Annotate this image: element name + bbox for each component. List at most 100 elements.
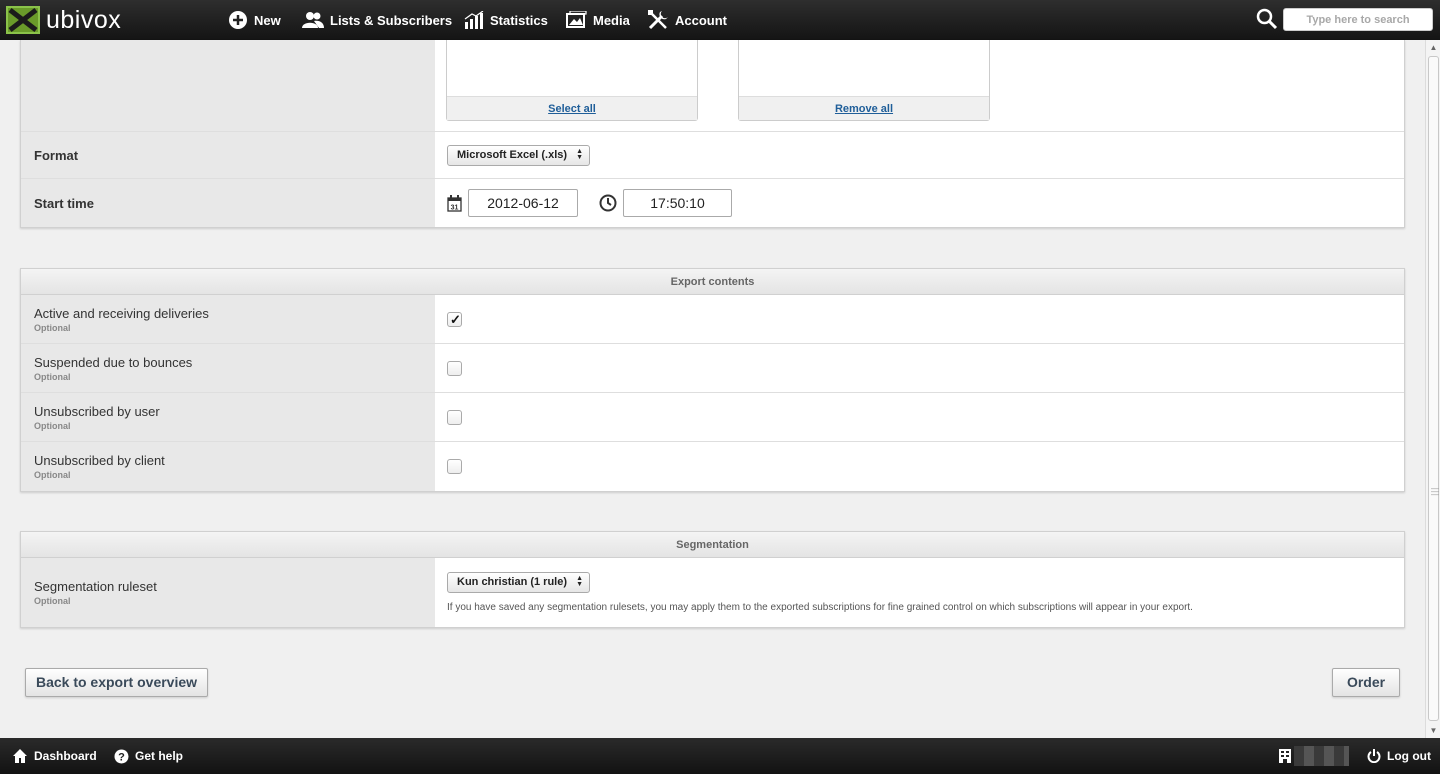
export-row-label-cell: Unsubscribed by user Optional	[21, 393, 435, 441]
available-lists-footer: Select all	[447, 96, 697, 120]
export-row-optional: Optional	[34, 470, 71, 480]
start-time-value-cell: 31	[435, 179, 1404, 227]
format-label-cell: Format	[21, 132, 435, 178]
calendar-icon[interactable]: 31	[447, 194, 462, 212]
available-lists-box[interactable]: Select all	[446, 40, 698, 121]
nav-statistics-label: Statistics	[490, 12, 548, 28]
log-out-label: Log out	[1387, 749, 1431, 763]
search-input[interactable]	[1283, 8, 1433, 31]
segmentation-label: Segmentation ruleset	[34, 579, 157, 594]
dashboard-link[interactable]: Dashboard	[12, 738, 97, 774]
nav-lists-subscribers[interactable]: Lists & Subscribers	[302, 0, 452, 40]
export-row-value-cell	[435, 344, 1404, 392]
scrollbar-grip-icon: ― ― ―	[1431, 484, 1439, 499]
segmentation-panel: Segmentation Segmentation ruleset Option…	[20, 531, 1405, 628]
start-time-input[interactable]	[623, 189, 732, 217]
unsubscribed-client-checkbox[interactable]	[447, 459, 462, 474]
nav-lists-label: Lists & Subscribers	[330, 12, 453, 28]
segmentation-help-text: If you have saved any segmentation rules…	[447, 602, 1193, 613]
nav-account-label: Account	[675, 12, 727, 28]
brand-name: ubivox	[46, 5, 122, 34]
export-row-optional: Optional	[34, 420, 71, 431]
list-selection-row: Select all Remove all	[21, 40, 1404, 132]
get-help-link[interactable]: ? Get help	[114, 738, 183, 774]
export-row-label-cell: Unsubscribed by client Optional	[21, 442, 435, 491]
format-select-value: Microsoft Excel (.xls)	[457, 148, 568, 161]
list-selection-panel: Select all Remove all Format Microsoft E…	[20, 40, 1405, 228]
segmentation-label-cell: Segmentation ruleset Optional	[21, 558, 435, 627]
plus-circle-icon	[229, 11, 247, 29]
active-deliveries-checkbox[interactable]: ✓	[447, 311, 462, 327]
select-all-link[interactable]: Select all	[548, 103, 596, 115]
export-row-label: Unsubscribed by client	[34, 453, 165, 468]
unsubscribed-user-checkbox[interactable]	[447, 409, 462, 425]
segmentation-title: Segmentation	[21, 532, 1404, 558]
tools-icon	[648, 10, 668, 30]
nav-new[interactable]: New	[228, 0, 281, 40]
bottom-bar: Dashboard ? Get help Log out	[0, 738, 1440, 774]
segmentation-select-value: Kun christian (1 rule)	[457, 576, 568, 588]
nav-statistics[interactable]: Statistics	[464, 0, 548, 40]
segmentation-value-cell: Kun christian (1 rule) ▲ ▼ If you have sa…	[435, 558, 1404, 627]
export-contents-panel: Export contents Active and receiving del…	[20, 268, 1405, 492]
bar-chart-icon	[464, 11, 484, 29]
scroll-up-arrow-icon[interactable]: ▲	[1426, 40, 1440, 55]
list-selection-label-cell	[21, 40, 435, 131]
help-circle-icon: ?	[114, 749, 129, 763]
export-contents-title: Export contents	[21, 269, 1404, 295]
select-arrows-icon: ▲ ▼	[576, 575, 584, 588]
nav-account[interactable]: Account	[648, 0, 727, 40]
order-button[interactable]: Order	[1332, 668, 1400, 697]
start-time-label-cell: Start time	[21, 179, 435, 227]
segmentation-optional: Optional	[34, 596, 71, 606]
suspended-bounces-checkbox[interactable]	[447, 360, 462, 376]
export-row-value-cell: ✓	[435, 295, 1404, 343]
dashboard-label: Dashboard	[34, 749, 97, 763]
format-row: Format Microsoft Excel (.xls) ▲ ▼	[21, 132, 1404, 179]
power-icon	[1367, 749, 1381, 763]
back-to-export-overview-button[interactable]: Back to export overview	[25, 668, 208, 697]
remove-all-link[interactable]: Remove all	[835, 103, 893, 115]
start-date-input[interactable]	[468, 189, 578, 217]
building-icon	[1279, 749, 1291, 763]
segmentation-row: Segmentation ruleset Optional Kun christ…	[21, 558, 1404, 627]
start-time-label: Start time	[34, 195, 94, 211]
logo-mark-icon	[6, 6, 40, 34]
svg-text:?: ?	[118, 751, 125, 763]
nav-media[interactable]: Media	[566, 0, 630, 40]
calendar-icon-day: 31	[451, 204, 459, 211]
nav-new-label: New	[254, 12, 281, 28]
clock-icon[interactable]	[599, 194, 617, 212]
scrollbar-thumb[interactable]: ― ― ―	[1428, 56, 1439, 721]
search-icon[interactable]	[1256, 8, 1278, 30]
export-row-active: Active and receiving deliveries Optional…	[21, 295, 1404, 344]
export-row-label-cell: Active and receiving deliveries Optional	[21, 295, 435, 343]
checkmark-icon: ✓	[450, 311, 461, 327]
vertical-scrollbar[interactable]: ▲ ― ― ― ▼	[1425, 40, 1440, 738]
top-navigation-bar: ubivox New Lists & Subscribers Statistic…	[0, 0, 1440, 40]
export-row-optional: Optional	[34, 322, 71, 333]
export-contents-rows: Active and receiving deliveries Optional…	[21, 295, 1404, 491]
nav-media-label: Media	[593, 12, 630, 28]
log-out-link[interactable]: Log out	[1367, 738, 1431, 774]
export-row-label-cell: Suspended due to bounces Optional	[21, 344, 435, 392]
ubivox-logo[interactable]: ubivox	[6, 5, 121, 35]
export-row-label: Unsubscribed by user	[34, 403, 160, 419]
export-row-value-cell	[435, 442, 1404, 491]
scroll-down-arrow-icon[interactable]: ▼	[1426, 723, 1440, 738]
start-time-row: Start time 31	[21, 179, 1404, 227]
selected-lists-box[interactable]: Remove all	[738, 40, 990, 121]
image-icon	[566, 11, 587, 28]
export-row-unsub-user: Unsubscribed by user Optional	[21, 393, 1404, 442]
format-select[interactable]: Microsoft Excel (.xls) ▲ ▼	[447, 144, 591, 166]
export-row-label: Suspended due to bounces	[34, 354, 193, 370]
users-icon	[302, 12, 324, 28]
home-icon	[13, 749, 27, 763]
selected-lists-footer: Remove all	[739, 96, 989, 120]
export-row-optional: Optional	[34, 371, 71, 382]
segmentation-select[interactable]: Kun christian (1 rule) ▲ ▼	[447, 572, 591, 593]
account-name-redacted	[1294, 746, 1349, 766]
format-label: Format	[34, 147, 79, 163]
select-arrows-icon: ▲ ▼	[576, 147, 584, 161]
export-row-suspended: Suspended due to bounces Optional	[21, 344, 1404, 393]
